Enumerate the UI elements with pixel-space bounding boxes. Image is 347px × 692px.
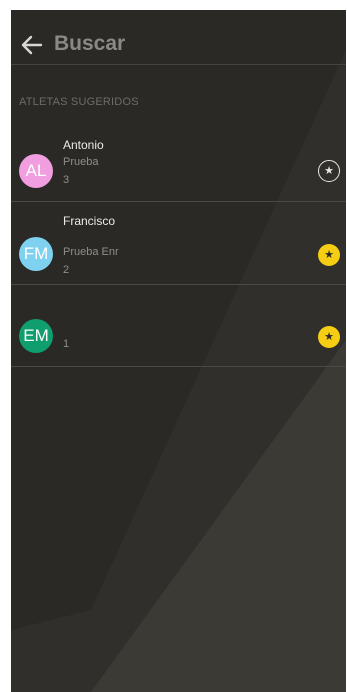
athlete-name: Antonio [63, 138, 104, 152]
star-filled-icon[interactable]: ★ [318, 326, 340, 348]
athlete-subtitle: Prueba [63, 156, 99, 168]
athlete-count: 1 [63, 338, 70, 350]
athlete-row[interactable]: FM Francisco Prueba Enr 2 ★ [11, 202, 346, 285]
star-filled-icon[interactable]: ★ [318, 244, 340, 266]
arrow-left-icon[interactable] [21, 35, 43, 55]
avatar: FM [19, 237, 53, 271]
athlete-name: Francisco [63, 214, 116, 228]
athlete-count: 2 [63, 264, 70, 276]
star-outline-icon[interactable]: ★ [318, 160, 340, 182]
avatar: AL [19, 154, 53, 188]
section-label: ATLETAS SUGERIDOS [19, 96, 139, 108]
athlete-row[interactable]: EM 1 ★ [11, 285, 346, 367]
athlete-subtitle: Prueba Enr [63, 246, 119, 258]
athlete-row[interactable]: AL Antonio Prueba 3 ★ [11, 128, 346, 202]
avatar: EM [19, 319, 53, 353]
search-screen: Buscar ATLETAS SUGERIDOS AL Antonio Prue… [11, 10, 346, 692]
app-header: Buscar [11, 10, 346, 65]
page-title: Buscar [54, 32, 126, 55]
athlete-count: 3 [63, 174, 70, 186]
